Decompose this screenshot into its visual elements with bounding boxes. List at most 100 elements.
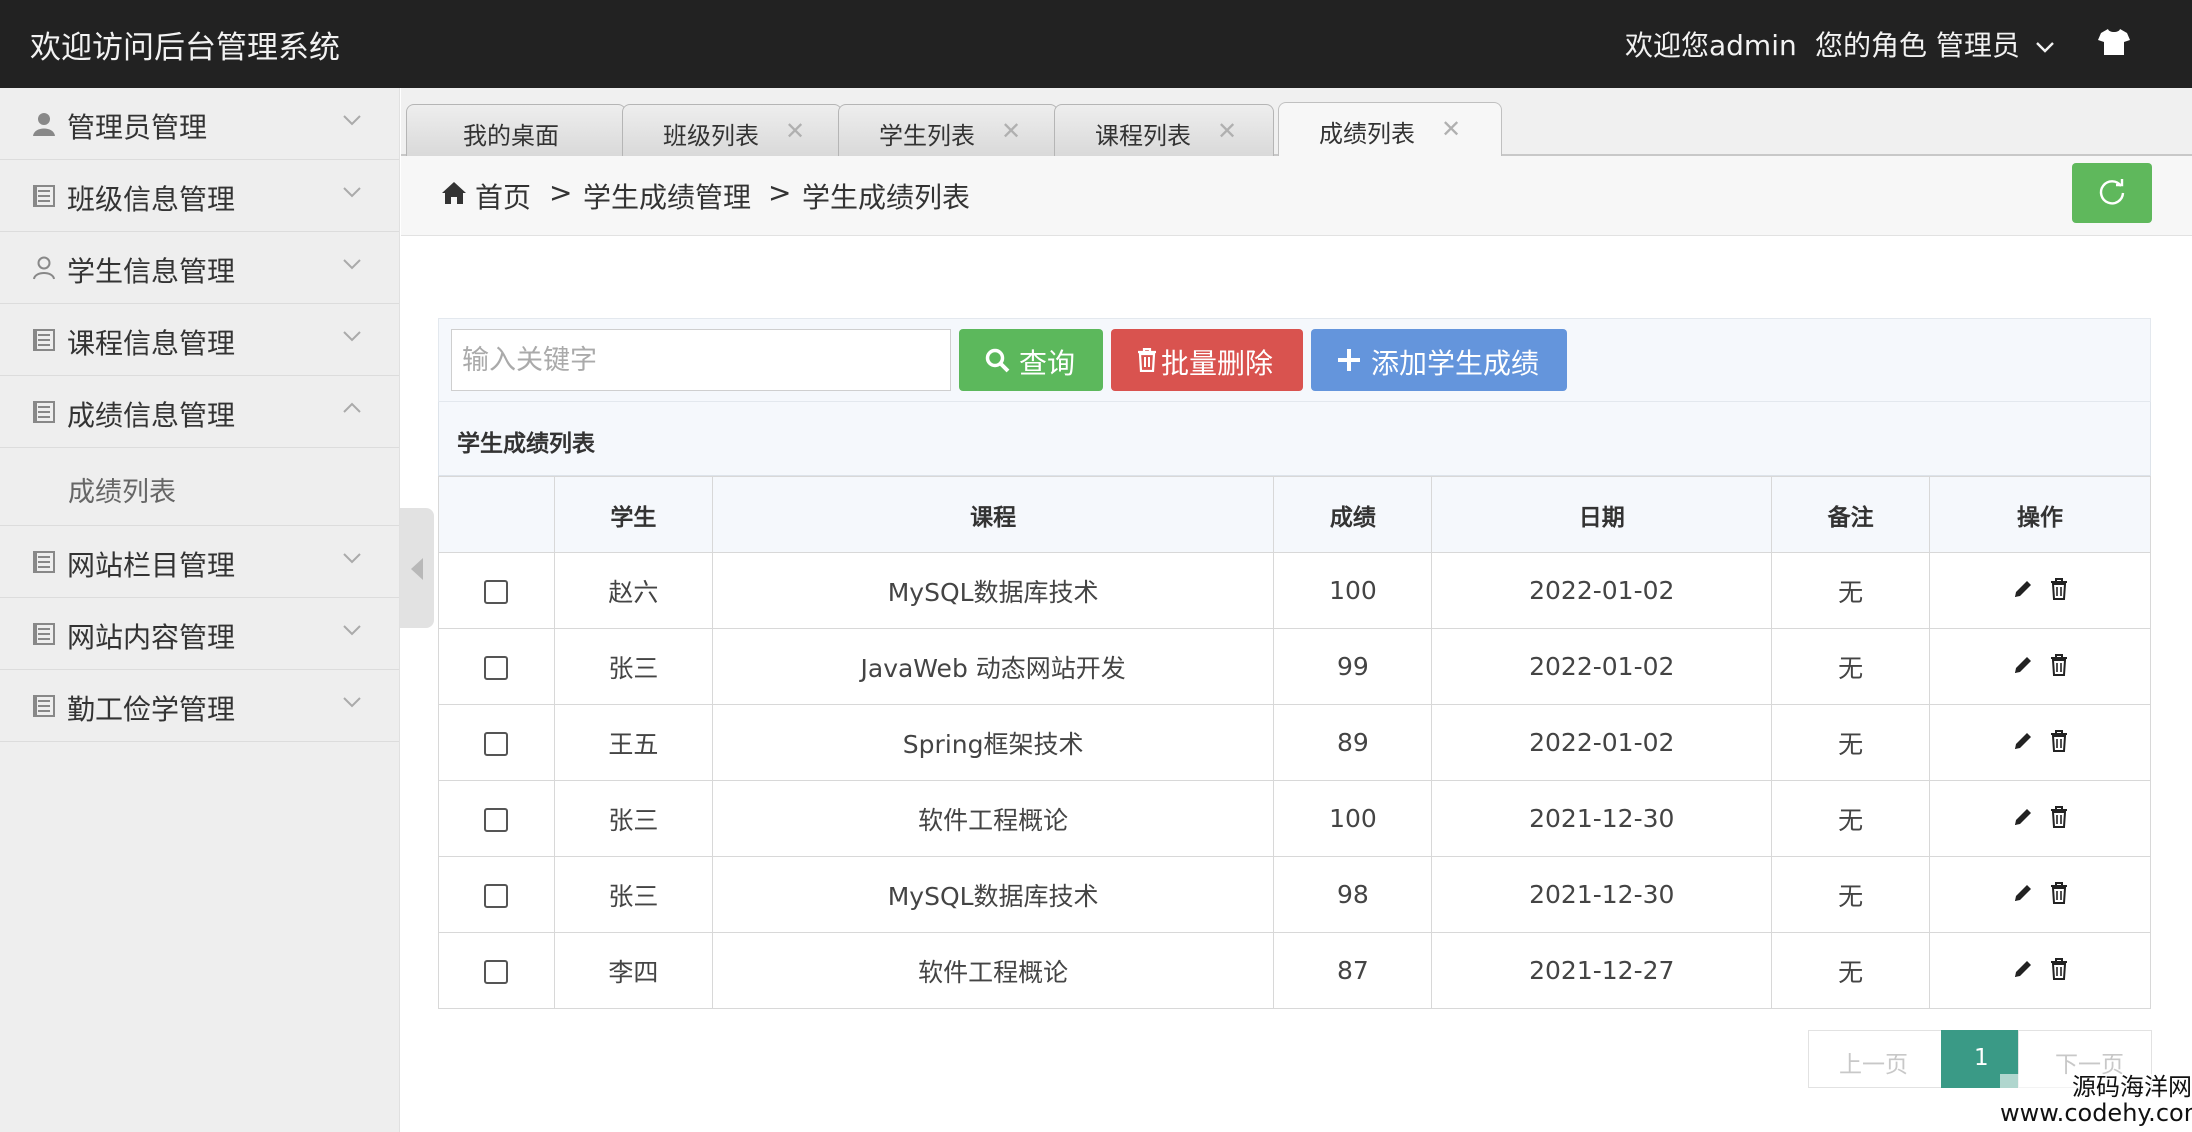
tab-bar: 我的桌面 班级列表 ✕ 学生列表 ✕ 课程列表 ✕ 成绩列表 ✕	[401, 88, 2192, 156]
sidebar-subitem[interactable]: 成绩列表	[0, 448, 399, 526]
row-select-cell	[438, 780, 555, 857]
add-score-label: 添加学生成绩	[1371, 347, 1540, 380]
delete-button[interactable]	[2050, 729, 2068, 758]
sidebar-item[interactable]: 勤工俭学管理	[0, 670, 399, 742]
query-button[interactable]: 查询	[959, 329, 1103, 391]
chevron-down-icon	[343, 697, 361, 708]
row-checkbox[interactable]	[484, 884, 509, 908]
delete-button[interactable]	[2050, 653, 2068, 682]
date-cell: 2021-12-30	[1431, 856, 1773, 933]
sidebar: 管理员管理班级信息管理 学生信息管理课程信息管理成绩信息管理 成绩列表网站栏目管理网…	[0, 88, 400, 1132]
course-cell: 软件工程概论	[711, 932, 1275, 1009]
edit-icon	[2015, 580, 2032, 597]
score-cell: 100	[1273, 552, 1433, 629]
theme-shirt-icon[interactable]	[2098, 28, 2130, 60]
chevron-down-icon	[343, 625, 361, 636]
score-cell: 87	[1273, 932, 1433, 1009]
sidebar-item-label: 班级信息管理	[67, 183, 236, 216]
breadcrumb-level1[interactable]: 学生成绩管理	[583, 176, 751, 216]
table-row: 张三 JavaWeb 动态网站开发 99 2022-01-02 无	[438, 628, 2151, 705]
list-icon	[33, 401, 55, 423]
table-row: 张三 软件工程概论 100 2021-12-30 无	[438, 780, 2151, 857]
delete-button[interactable]	[2050, 805, 2068, 834]
list-icon	[33, 695, 55, 717]
chevron-down-icon	[343, 187, 361, 198]
table-row: 李四 软件工程概论 87 2021-12-27 无	[438, 932, 2151, 1009]
actions-cell	[1929, 932, 2151, 1009]
sidebar-item-label: 成绩信息管理	[67, 399, 236, 432]
tab-label: 课程列表	[1095, 122, 1191, 150]
edit-button[interactable]	[2012, 805, 2034, 834]
note-cell: 无	[1771, 932, 1931, 1009]
score-cell: 99	[1273, 628, 1433, 705]
column-header-select	[438, 476, 555, 553]
row-checkbox[interactable]	[484, 656, 509, 680]
batch-delete-button[interactable]: 批量删除	[1111, 329, 1303, 391]
chevron-down-icon	[2035, 42, 2054, 53]
sidebar-subitem-label: 成绩列表	[68, 477, 176, 508]
panel-header: 学生成绩列表	[438, 402, 2151, 476]
actions-cell	[1929, 856, 2151, 933]
role-dropdown[interactable]: 您的角色 管理员	[1815, 24, 2055, 64]
edit-button[interactable]	[2012, 653, 2034, 682]
sidebar-item[interactable]: 网站内容管理	[0, 598, 399, 670]
sidebar-item[interactable]: 网站栏目管理	[0, 526, 399, 598]
tab[interactable]: 课程列表 ✕	[1054, 104, 1274, 156]
table-row: 张三 MySQL数据库技术 98 2021-12-30 无	[438, 856, 2151, 933]
top-header: 欢迎访问后台管理系统 欢迎您admin 您的角色 管理员	[0, 0, 2192, 88]
sidebar-collapse-handle[interactable]	[400, 508, 434, 628]
edit-button[interactable]	[2012, 957, 2034, 986]
prev-page-button[interactable]: 上一页	[1808, 1030, 1942, 1088]
delete-button[interactable]	[2050, 577, 2068, 606]
search-input[interactable]	[451, 329, 951, 391]
column-header-score: 成绩	[1273, 476, 1433, 553]
sidebar-item[interactable]: 课程信息管理	[0, 304, 399, 376]
sidebar-item[interactable]: 班级信息管理	[0, 160, 399, 232]
tab[interactable]: 我的桌面	[406, 104, 626, 156]
edit-button[interactable]	[2012, 577, 2034, 606]
row-checkbox[interactable]	[484, 732, 509, 756]
student-cell: 张三	[553, 628, 713, 705]
trash-icon	[2051, 957, 2068, 980]
plus-icon	[1338, 349, 1360, 371]
refresh-button[interactable]	[2072, 163, 2152, 223]
note-cell: 无	[1771, 856, 1931, 933]
close-icon[interactable]: ✕	[1217, 117, 1237, 145]
breadcrumb-separator: >	[768, 176, 792, 209]
breadcrumb-separator: >	[549, 176, 573, 209]
score-cell: 98	[1273, 856, 1433, 933]
breadcrumb-home[interactable]: 首页	[475, 176, 531, 216]
row-select-cell	[438, 932, 555, 1009]
breadcrumb-current: 学生成绩列表	[802, 181, 971, 214]
tab[interactable]: 学生列表 ✕	[838, 104, 1058, 156]
add-score-button[interactable]: 添加学生成绩	[1311, 329, 1567, 391]
sidebar-item-label: 学生信息管理	[67, 255, 236, 288]
row-checkbox[interactable]	[484, 580, 509, 604]
course-cell: JavaWeb 动态网站开发	[711, 628, 1275, 705]
home-icon[interactable]	[441, 181, 467, 205]
date-cell: 2022-01-02	[1431, 628, 1773, 705]
edit-button[interactable]	[2012, 881, 2034, 910]
prev-page-label: 上一页	[1839, 1052, 1908, 1078]
close-icon[interactable]: ✕	[1441, 115, 1461, 143]
sidebar-item[interactable]: 学生信息管理	[0, 232, 399, 304]
chevron-down-icon	[343, 115, 361, 126]
date-cell: 2022-01-02	[1431, 552, 1773, 629]
row-checkbox[interactable]	[484, 960, 509, 984]
row-checkbox[interactable]	[484, 808, 509, 832]
tab[interactable]: 班级列表 ✕	[622, 104, 842, 156]
watermark: 源码海洋网 www.codehy.com	[2000, 1074, 2192, 1126]
sidebar-item-label: 勤工俭学管理	[67, 693, 236, 726]
role-text: 您的角色 管理员	[1815, 29, 2020, 62]
close-icon[interactable]: ✕	[1001, 117, 1021, 145]
tab[interactable]: 成绩列表 ✕	[1278, 102, 1502, 156]
sidebar-item[interactable]: 管理员管理	[0, 88, 399, 160]
row-select-cell	[438, 552, 555, 629]
delete-button[interactable]	[2050, 881, 2068, 910]
delete-button[interactable]	[2050, 957, 2068, 986]
edit-button[interactable]	[2012, 729, 2034, 758]
close-icon[interactable]: ✕	[785, 117, 805, 145]
table-header-row: 学生 课程 成绩 日期 备注 操作	[438, 476, 2151, 553]
sidebar-item[interactable]: 成绩信息管理	[0, 376, 399, 448]
breadcrumb: 首页 > 学生成绩管理 > 学生成绩列表	[401, 156, 2192, 236]
